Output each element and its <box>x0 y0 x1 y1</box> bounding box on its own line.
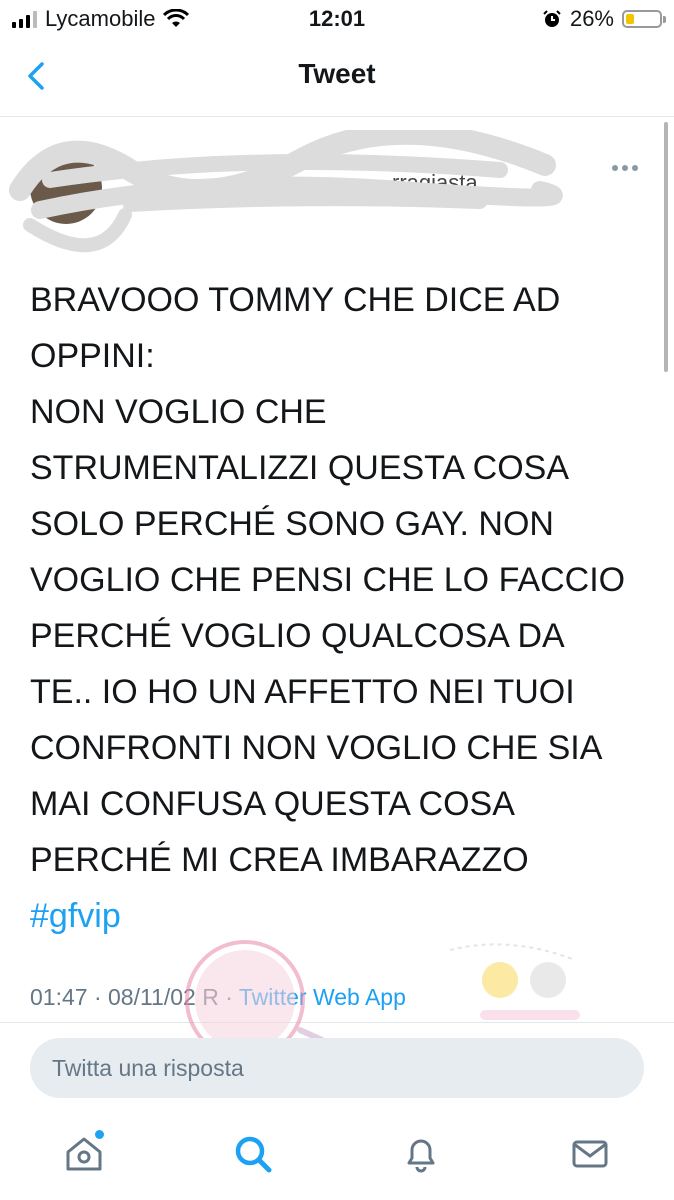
battery-percent: 26% <box>569 6 614 31</box>
tweet-line: PERCHÉ MI CREA IMBARAZZO <box>30 841 529 879</box>
tweet-meta: 01:47 · 08/11/02 R · Twitter Web App <box>30 984 406 1011</box>
scrollbar[interactable] <box>664 122 668 372</box>
notifications-icon <box>407 1139 435 1173</box>
battery-icon <box>622 10 666 28</box>
divider <box>0 1022 674 1023</box>
redaction-scribble <box>9 130 563 253</box>
tab-notifications[interactable] <box>391 1124 451 1184</box>
tweet-source-link[interactable]: Twitter Web App <box>239 984 406 1010</box>
messages-icon <box>572 1140 608 1168</box>
tweet-line: SOLO PERCHÉ SONO GAY. NON <box>30 505 554 543</box>
tweet-line: BRAVOOO TOMMY CHE DICE AD <box>30 281 561 319</box>
tweet-body: BRAVOOO TOMMY CHE DICE AD OPPINI: NON VO… <box>30 272 650 944</box>
more-options-button[interactable] <box>612 158 642 178</box>
reply-input[interactable]: Twitta una risposta <box>30 1038 644 1098</box>
tweet-line: PERCHÉ VOGLIO QUALCOSA DA <box>30 617 565 655</box>
reply-placeholder: Twitta una risposta <box>52 1054 244 1081</box>
tweet-line: CONFRONTI NON VOGLIO CHE SIA <box>30 729 603 767</box>
tweet-line: NON VOGLIO CHE <box>30 393 327 431</box>
status-right: 26% <box>542 6 666 32</box>
nav-bar: Tweet <box>0 40 674 117</box>
tweet-line: MAI CONFUSA QUESTA COSA <box>30 785 515 823</box>
tweet-line: TE.. IO HO UN AFFETTO NEI TUOI <box>30 673 575 711</box>
battery-fill <box>626 14 634 24</box>
tweet-author[interactable]: …rragiasta <box>0 130 674 253</box>
tweet-line: STRUMENTALIZZI QUESTA COSA <box>30 449 570 487</box>
tab-bar <box>0 1108 674 1200</box>
search-icon <box>235 1136 272 1173</box>
tweet-line: OPPINI: <box>30 337 155 375</box>
tab-search[interactable] <box>223 1124 283 1184</box>
status-bar: Lycamobile 12:01 26% <box>0 0 674 40</box>
hashtag-link[interactable]: #gfvip <box>30 888 650 944</box>
tweet-timestamp: 01:47 · 08/11/02 R · <box>30 984 239 1010</box>
page-title: Tweet <box>298 58 376 89</box>
alarm-icon <box>543 10 561 27</box>
tab-home[interactable] <box>54 1124 114 1184</box>
tweet-line: VOGLIO CHE PENSI CHE LO FACCIO <box>30 561 626 599</box>
tab-messages[interactable] <box>560 1124 620 1184</box>
